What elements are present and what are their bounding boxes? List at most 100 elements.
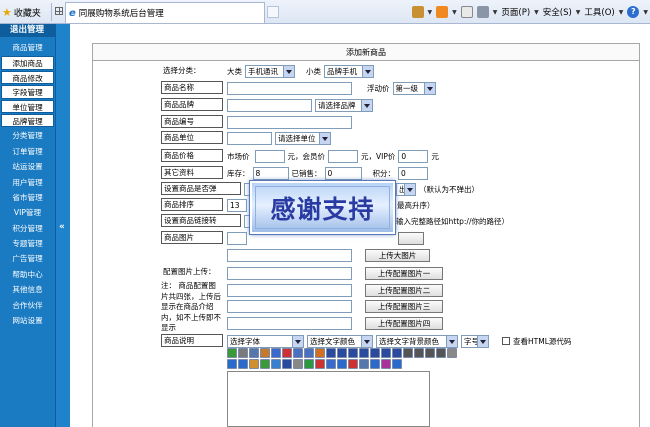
new-tab-button[interactable] <box>267 6 279 18</box>
sidebar-item[interactable]: 合作伙伴 <box>0 298 55 313</box>
points-input[interactable]: 0 <box>398 166 428 180</box>
small-category-select[interactable]: 品牌手机 <box>324 64 374 78</box>
text-bg-color-select[interactable]: 选择文字背景颜色 <box>376 334 458 348</box>
tools-menu[interactable]: 工具(O) <box>584 6 614 18</box>
editor-row1-tool-2-icon[interactable] <box>249 348 259 358</box>
product-unit-input[interactable] <box>227 131 272 145</box>
quick-tabs-icon[interactable] <box>55 7 63 15</box>
editor-row2-tool-10-icon[interactable] <box>337 359 347 369</box>
editor-row1-tool-7-icon[interactable] <box>304 348 314 358</box>
sidebar-item[interactable]: 广告管理 <box>0 251 55 266</box>
favorites-button[interactable]: ★ 收藏夹 <box>2 4 41 20</box>
editor-row2-tool-6-icon[interactable] <box>293 359 303 369</box>
editor-row1-tool-0-icon[interactable] <box>227 348 237 358</box>
text-color-select[interactable]: 选择文字颜色 <box>307 334 373 348</box>
editor-row1-tool-15-icon[interactable] <box>392 348 402 358</box>
sidebar-item[interactable]: 单位管理 <box>1 99 54 113</box>
editor-row2-tool-1-icon[interactable] <box>238 359 248 369</box>
sidebar-item[interactable]: 订单管理 <box>0 144 55 159</box>
member-price-input[interactable] <box>328 149 358 163</box>
safety-menu[interactable]: 安全(S) <box>543 6 572 18</box>
editor-row1-tool-10-icon[interactable] <box>337 348 347 358</box>
editor-row2-tool-12-icon[interactable] <box>359 359 369 369</box>
editor-row1-tool-8-icon[interactable] <box>315 348 325 358</box>
sidebar-item[interactable]: 网站设置 <box>0 313 55 328</box>
editor-row1-tool-20-icon[interactable] <box>447 348 457 358</box>
sidebar-item[interactable]: 商品管理 <box>0 40 55 55</box>
float-price-select[interactable]: 第一级 <box>392 81 436 95</box>
collapse-sidebar-icon[interactable]: « <box>59 222 65 232</box>
editor-row1-tool-16-icon[interactable] <box>403 348 413 358</box>
product-code-input[interactable] <box>227 115 352 129</box>
big-category-select[interactable]: 手机通讯 <box>245 64 295 78</box>
editor-row1-tool-9-icon[interactable] <box>326 348 336 358</box>
font-size-select[interactable]: 字号 <box>461 334 489 348</box>
sidebar-item[interactable]: 专题管理 <box>0 236 55 251</box>
editor-row1-tool-11-icon[interactable] <box>348 348 358 358</box>
product-brand-input[interactable] <box>227 98 312 112</box>
sort-input[interactable]: 13 <box>227 198 247 212</box>
market-price-input[interactable] <box>254 149 285 163</box>
sidebar-item[interactable]: 字段管理 <box>1 85 54 99</box>
sidebar-item[interactable]: 添加商品 <box>1 56 54 70</box>
editor-row2-tool-5-icon[interactable] <box>282 359 292 369</box>
help-icon[interactable]: ? <box>627 6 640 18</box>
description-editor[interactable] <box>227 371 430 427</box>
editor-row1-tool-4-icon[interactable] <box>271 348 281 358</box>
rss-icon[interactable] <box>436 6 449 18</box>
editor-row2-tool-0-icon[interactable] <box>227 359 237 369</box>
sold-input[interactable]: 0 <box>324 166 362 180</box>
sidebar-logout[interactable]: 退出管理 <box>0 24 55 37</box>
config-image-1-input[interactable] <box>227 266 352 280</box>
sidebar-item[interactable]: 分类管理 <box>0 128 55 143</box>
home-icon[interactable] <box>411 6 424 18</box>
print-icon[interactable] <box>476 6 489 18</box>
editor-row1-tool-6-icon[interactable] <box>293 348 303 358</box>
stock-input[interactable]: 8 <box>252 166 289 180</box>
editor-row1-tool-17-icon[interactable] <box>414 348 424 358</box>
editor-row2-tool-3-icon[interactable] <box>260 359 270 369</box>
editor-row2-tool-9-icon[interactable] <box>326 359 336 369</box>
editor-row2-tool-4-icon[interactable] <box>271 359 281 369</box>
upload-big-image-button[interactable]: 上传大图片 <box>365 248 430 262</box>
image-small-input[interactable] <box>227 231 247 245</box>
config-image-2-input[interactable] <box>227 283 352 297</box>
upload-config-image-4-button[interactable]: 上传配置图片四 <box>365 316 443 330</box>
browser-tab[interactable]: e 同展购物系统后台管理 <box>65 2 265 23</box>
sidebar-item[interactable]: 品牌管理 <box>1 113 54 128</box>
sidebar-item[interactable]: VIP管理 <box>0 205 55 220</box>
sidebar-item[interactable]: 帮助中心 <box>0 267 55 282</box>
vip-price-input[interactable]: 0 <box>398 149 429 163</box>
sidebar-item[interactable]: 用户管理 <box>0 175 55 190</box>
editor-row2-tool-13-icon[interactable] <box>370 359 380 369</box>
editor-row2-tool-2-icon[interactable] <box>249 359 259 369</box>
mail-icon[interactable] <box>460 6 473 18</box>
upload-config-image-3-button[interactable]: 上传配置图片三 <box>365 299 443 313</box>
upload-config-image-1-button[interactable]: 上传配置图片一 <box>365 266 443 280</box>
editor-row1-tool-14-icon[interactable] <box>381 348 391 358</box>
view-html-checkbox[interactable] <box>502 337 510 345</box>
sidebar-item[interactable]: 站运设置 <box>0 159 55 174</box>
editor-row1-tool-13-icon[interactable] <box>370 348 380 358</box>
config-image-4-input[interactable] <box>227 316 352 330</box>
upload-config-image-2-button[interactable]: 上传配置图片二 <box>365 283 443 297</box>
editor-row1-tool-5-icon[interactable] <box>282 348 292 358</box>
sidebar-item[interactable]: 省市管理 <box>0 190 55 205</box>
config-image-3-input[interactable] <box>227 299 352 313</box>
sidebar-item[interactable]: 商品修改 <box>1 70 54 85</box>
editor-row1-tool-12-icon[interactable] <box>359 348 369 358</box>
sidebar-item[interactable]: 积分管理 <box>0 221 55 236</box>
upload-small-image-button[interactable] <box>398 231 424 245</box>
editor-row2-tool-11-icon[interactable] <box>348 359 358 369</box>
editor-row2-tool-7-icon[interactable] <box>304 359 314 369</box>
product-name-input[interactable] <box>227 81 352 95</box>
page-menu[interactable]: 页面(P) <box>501 6 530 18</box>
editor-row2-tool-8-icon[interactable] <box>315 359 325 369</box>
editor-row1-tool-18-icon[interactable] <box>425 348 435 358</box>
editor-row1-tool-1-icon[interactable] <box>238 348 248 358</box>
font-select[interactable]: 选择字体 <box>227 334 304 348</box>
sidebar-item[interactable]: 其他信息 <box>0 282 55 297</box>
editor-row1-tool-3-icon[interactable] <box>260 348 270 358</box>
editor-row2-tool-15-icon[interactable] <box>392 359 402 369</box>
brand-select[interactable]: 请选择品牌 <box>315 98 373 112</box>
